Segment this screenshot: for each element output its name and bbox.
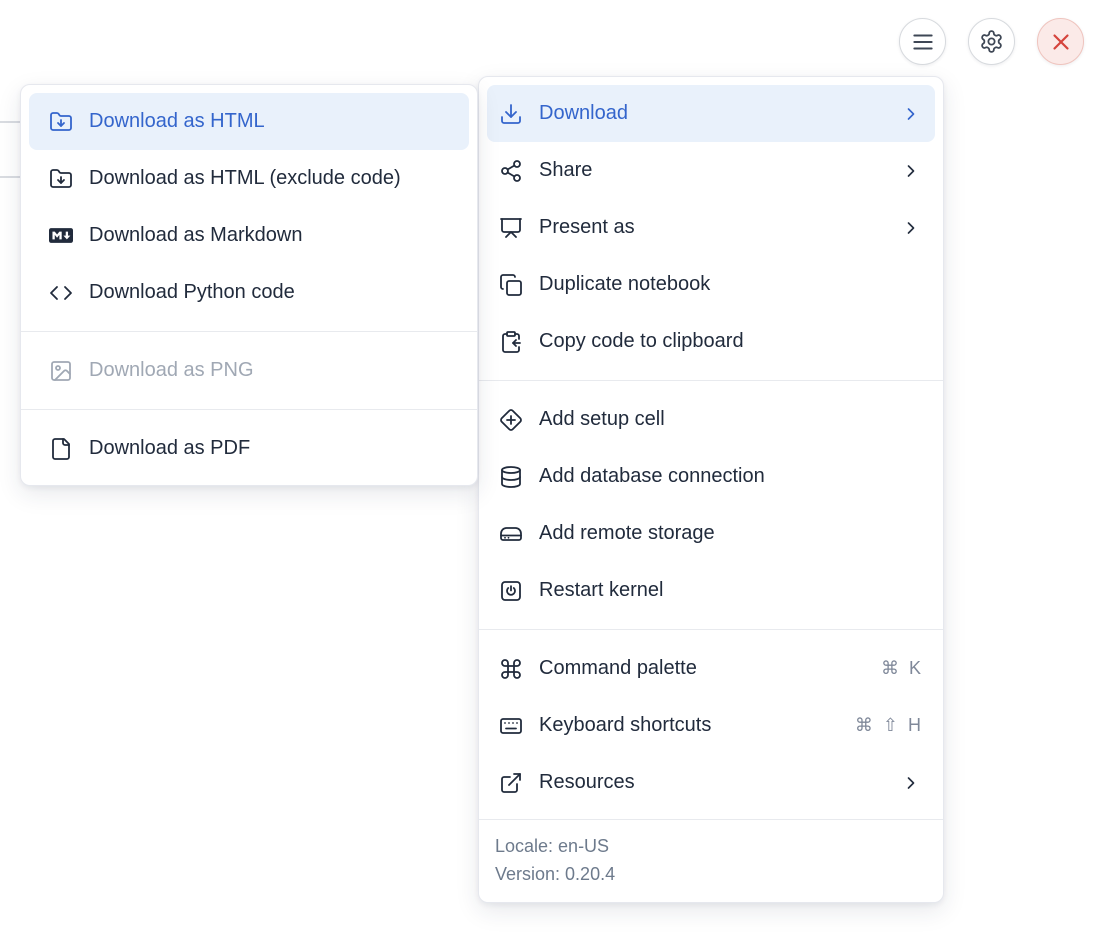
menu-item-label: Add remote storage xyxy=(539,522,921,545)
shift-key-glyph: ⇧ xyxy=(883,715,898,736)
menu-item-add-database-connection[interactable]: Add database connection xyxy=(487,448,935,505)
shortcut-key: K xyxy=(909,658,921,679)
menu-item-label: Resources xyxy=(539,771,901,794)
command-key-glyph: ⌘ xyxy=(881,658,899,679)
power-square-icon xyxy=(499,579,523,603)
shortcut-hint: ⌘ ⇧ H xyxy=(855,715,921,736)
menu-divider xyxy=(479,629,943,630)
menu-item-resources[interactable]: Resources xyxy=(487,754,935,811)
menu-item-restart-kernel[interactable]: Restart kernel xyxy=(487,562,935,619)
submenu-item-download-as-html[interactable]: Download as HTML xyxy=(29,93,469,150)
menu-item-duplicate-notebook[interactable]: Duplicate notebook xyxy=(487,256,935,313)
menu-item-label: Download xyxy=(539,102,901,125)
submenu-item-download-as-pdf[interactable]: Download as PDF xyxy=(29,420,469,477)
menu-divider xyxy=(21,331,477,332)
notebook-menu: Download Share Present as xyxy=(478,76,944,903)
folder-download-icon xyxy=(49,167,73,191)
menu-item-label: Download as HTML xyxy=(89,110,455,133)
close-icon xyxy=(1048,29,1074,55)
chevron-right-icon xyxy=(901,218,921,238)
settings-button[interactable] xyxy=(968,18,1015,65)
image-icon xyxy=(49,359,73,383)
database-icon xyxy=(499,465,523,489)
shortcut-hint: ⌘ K xyxy=(881,658,921,679)
menu-item-label: Download as HTML (exclude code) xyxy=(89,167,455,190)
menu-item-label: Download Python code xyxy=(89,281,455,304)
background-rule-line xyxy=(0,176,20,178)
submenu-item-download-python-code[interactable]: Download Python code xyxy=(29,264,469,321)
clipboard-copy-icon xyxy=(499,330,523,354)
menu-item-label: Restart kernel xyxy=(539,579,921,602)
menu-item-label: Download as PNG xyxy=(89,359,455,382)
app-background: Download as HTML Download as HTML (exclu… xyxy=(0,0,1116,932)
menu-item-present-as[interactable]: Present as xyxy=(487,199,935,256)
menu-item-label: Keyboard shortcuts xyxy=(539,714,855,737)
menu-item-label: Download as Markdown xyxy=(89,224,455,247)
menu-item-share[interactable]: Share xyxy=(487,142,935,199)
command-icon xyxy=(499,657,523,681)
download-icon xyxy=(499,102,523,126)
storage-drive-icon xyxy=(499,522,523,546)
menu-item-label: Copy code to clipboard xyxy=(539,330,921,353)
menu-item-download[interactable]: Download xyxy=(487,85,935,142)
external-link-icon xyxy=(499,771,523,795)
keyboard-icon xyxy=(499,714,523,738)
submenu-item-download-as-png[interactable]: Download as PNG xyxy=(29,342,469,399)
submenu-item-download-as-html-exclude-code[interactable]: Download as HTML (exclude code) xyxy=(29,150,469,207)
version-text: Version: 0.20.4 xyxy=(495,861,927,887)
menu-item-command-palette[interactable]: Command palette ⌘ K xyxy=(487,640,935,697)
menu-divider xyxy=(479,380,943,381)
code-icon xyxy=(49,281,73,305)
submenu-item-download-as-markdown[interactable]: Download as Markdown xyxy=(29,207,469,264)
menu-item-copy-code-to-clipboard[interactable]: Copy code to clipboard xyxy=(487,313,935,370)
menu-item-keyboard-shortcuts[interactable]: Keyboard shortcuts ⌘ ⇧ H xyxy=(487,697,935,754)
chevron-right-icon xyxy=(901,773,921,793)
close-button[interactable] xyxy=(1037,18,1084,65)
file-icon xyxy=(49,437,73,461)
share-icon xyxy=(499,159,523,183)
menu-item-label: Command palette xyxy=(539,657,881,680)
hamburger-menu-icon xyxy=(910,29,936,55)
menu-item-add-setup-cell[interactable]: Add setup cell xyxy=(487,391,935,448)
locale-text: Locale: en-US xyxy=(495,833,927,859)
markdown-icon xyxy=(49,224,73,248)
menu-item-add-remote-storage[interactable]: Add remote storage xyxy=(487,505,935,562)
folder-download-icon xyxy=(49,110,73,134)
command-key-glyph: ⌘ xyxy=(855,715,873,736)
presentation-icon xyxy=(499,216,523,240)
menu-item-label: Add database connection xyxy=(539,465,921,488)
menu-item-label: Share xyxy=(539,159,901,182)
shortcut-key: H xyxy=(908,715,921,736)
menu-item-label: Add setup cell xyxy=(539,408,921,431)
background-rule-line xyxy=(0,121,20,123)
menu-item-label: Duplicate notebook xyxy=(539,273,921,296)
gear-icon xyxy=(979,29,1004,54)
download-submenu: Download as HTML Download as HTML (exclu… xyxy=(20,84,478,486)
menu-item-label: Present as xyxy=(539,216,901,239)
chevron-right-icon xyxy=(901,161,921,181)
menu-footer: Locale: en-US Version: 0.20.4 xyxy=(479,819,943,902)
diamond-plus-icon xyxy=(499,408,523,432)
menu-item-label: Download as PDF xyxy=(89,437,455,460)
toolbar xyxy=(899,18,1084,65)
menu-divider xyxy=(21,409,477,410)
chevron-right-icon xyxy=(901,104,921,124)
copy-icon xyxy=(499,273,523,297)
notebook-menu-button[interactable] xyxy=(899,18,946,65)
